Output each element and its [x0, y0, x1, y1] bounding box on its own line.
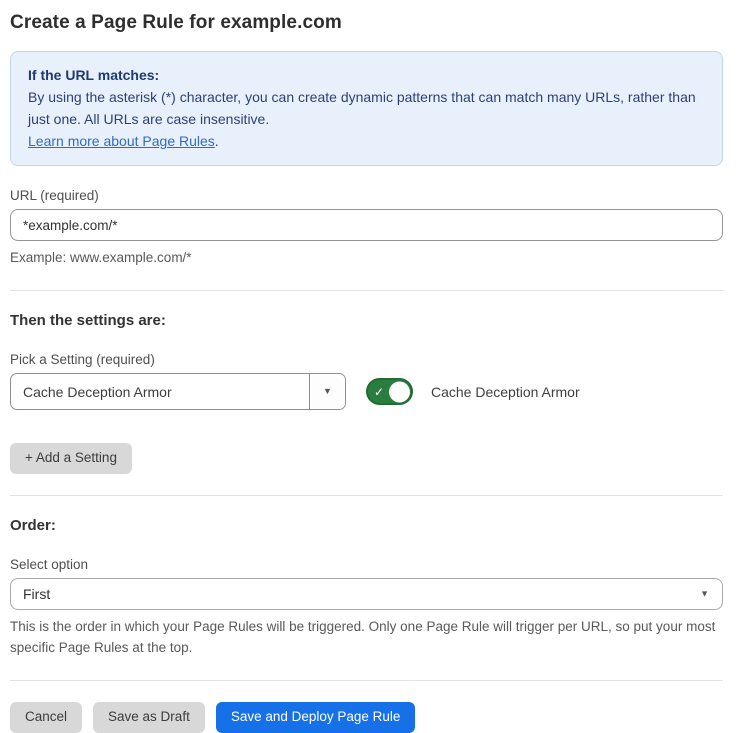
info-box-link-line: Learn more about Page Rules.	[28, 130, 705, 152]
divider	[10, 680, 723, 681]
order-select-value: First	[23, 586, 50, 602]
toggle-setting-label: Cache Deception Armor	[431, 384, 580, 400]
link-suffix: .	[215, 133, 219, 149]
chevron-down-icon: ▼	[323, 387, 332, 396]
setting-select-value: Cache Deception Armor	[11, 374, 309, 409]
save-draft-button[interactable]: Save as Draft	[93, 702, 205, 733]
order-helper-text: This is the order in which your Page Rul…	[10, 617, 723, 659]
setting-toggle-on[interactable]: ✓	[366, 378, 413, 405]
info-box-body: By using the asterisk (*) character, you…	[28, 86, 705, 130]
setting-select[interactable]: Cache Deception Armor ▼	[10, 373, 346, 410]
save-deploy-button[interactable]: Save and Deploy Page Rule	[216, 702, 416, 733]
check-icon: ✓	[374, 385, 384, 399]
footer-actions: Cancel Save as Draft Save and Deploy Pag…	[10, 702, 723, 733]
setting-select-caret-button[interactable]: ▼	[309, 374, 345, 409]
chevron-down-icon: ▼	[700, 590, 709, 599]
pick-setting-label: Pick a Setting (required)	[10, 352, 723, 367]
add-setting-button[interactable]: + Add a Setting	[10, 443, 132, 474]
url-field-label: URL (required)	[10, 188, 723, 203]
order-select[interactable]: First ▼	[10, 578, 723, 610]
settings-section-heading: Then the settings are:	[10, 312, 723, 329]
order-select-label: Select option	[10, 557, 723, 572]
url-match-info-box: If the URL matches: By using the asteris…	[10, 51, 723, 166]
divider	[10, 290, 723, 291]
info-box-heading: If the URL matches:	[28, 64, 705, 86]
setting-row: Cache Deception Armor ▼ ✓ Cache Deceptio…	[10, 373, 723, 410]
url-example-helper: Example: www.example.com/*	[10, 248, 723, 269]
cancel-button[interactable]: Cancel	[10, 702, 82, 733]
divider	[10, 495, 723, 496]
learn-more-link[interactable]: Learn more about Page Rules	[28, 133, 215, 149]
order-section-heading: Order:	[10, 517, 723, 534]
create-page-rule-panel: Create a Page Rule for example.com If th…	[10, 0, 723, 733]
url-input[interactable]	[10, 209, 723, 241]
toggle-knob	[389, 381, 410, 402]
page-title: Create a Page Rule for example.com	[10, 12, 723, 34]
